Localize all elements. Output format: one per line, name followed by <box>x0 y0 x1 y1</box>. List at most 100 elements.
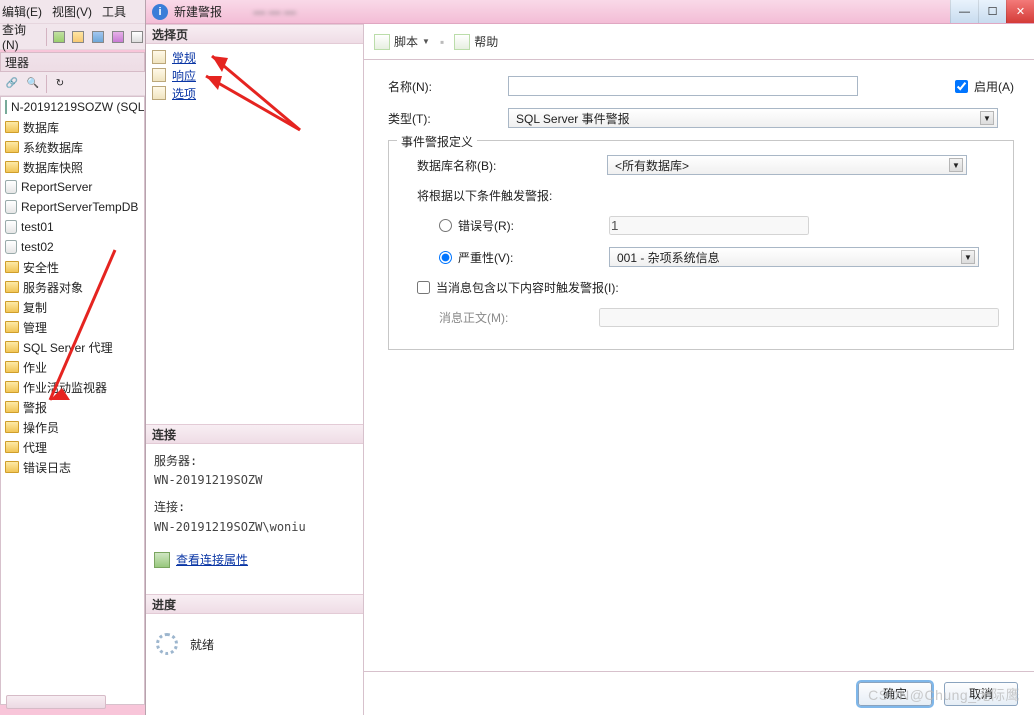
connection-header: 连接 <box>146 424 363 444</box>
folder-icon <box>5 261 19 273</box>
taskbar-thumb <box>6 695 106 709</box>
trigger-label: 将根据以下条件触发警报: <box>417 187 552 204</box>
progress-wheel-icon <box>156 633 178 655</box>
folder-icon <box>5 121 19 133</box>
progress-state: 就绪 <box>190 636 214 653</box>
name-label: 名称(N): <box>388 78 508 95</box>
enable-checkbox-input[interactable] <box>955 80 968 93</box>
object-explorer-toolbar: 🔗 🔍 ↻ <box>0 72 145 96</box>
help-button[interactable]: 帮助 <box>454 33 498 50</box>
type-label: 类型(T): <box>388 110 508 127</box>
folder-icon <box>5 341 19 353</box>
script-icon <box>374 34 390 50</box>
tree-item[interactable]: 作业 <box>23 359 47 376</box>
toolbar-query-btn[interactable]: 查询(N) <box>2 21 42 52</box>
folder-icon <box>5 461 19 473</box>
page-icon <box>152 50 166 64</box>
connection-props-icon <box>154 552 170 568</box>
select-page-header: 选择页 <box>146 24 363 44</box>
tb-icon-e[interactable] <box>129 29 145 45</box>
name-input[interactable] <box>508 76 858 96</box>
folder-icon <box>5 141 19 153</box>
db-name-select[interactable]: <所有数据库> ▼ <box>607 155 967 175</box>
menu-tool[interactable]: 工具 <box>102 3 126 20</box>
page-icon <box>152 86 166 100</box>
error-no-input <box>609 216 809 235</box>
error-no-radio[interactable]: 错误号(R): <box>439 217 609 234</box>
minimize-button[interactable]: — <box>950 0 978 23</box>
tb-icon-a[interactable] <box>51 29 67 45</box>
message-text-label: 消息正文(M): <box>439 309 599 326</box>
tree-item[interactable]: test02 <box>21 240 54 254</box>
page-general[interactable]: 常规 <box>152 48 357 66</box>
progress-header: 进度 <box>146 594 363 614</box>
form-area: 名称(N): 启用(A) 类型(T): SQL Server 事件警报 ▼ <box>364 60 1034 671</box>
tree-item[interactable]: 作业活动监视器 <box>23 379 107 396</box>
connection-info: 服务器: WN-20191219SOZW 连接: WN-20191219SOZW… <box>146 444 363 594</box>
tree-item[interactable]: 服务器对象 <box>23 279 83 296</box>
object-explorer-header: 理器 <box>0 52 145 72</box>
tree-item[interactable]: 数据库快照 <box>23 159 83 176</box>
database-icon <box>5 220 17 234</box>
page-options[interactable]: 选项 <box>152 84 357 102</box>
message-contains-checkbox[interactable]: 当消息包含以下内容时触发警报(I): <box>417 279 619 296</box>
server-value: WN-20191219SOZW <box>154 471 355 490</box>
tree-item[interactable]: 数据库 <box>23 119 59 136</box>
tree-item[interactable]: 错误日志 <box>23 459 71 476</box>
connection-value: WN-20191219SOZW\woniu <box>154 518 355 537</box>
tree-item[interactable]: ReportServerTempDB <box>21 200 138 214</box>
tree-item[interactable]: 操作员 <box>23 419 59 436</box>
ok-button[interactable]: 确定 <box>858 682 932 706</box>
folder-icon <box>5 361 19 373</box>
tree-item[interactable]: ReportServer <box>21 180 92 194</box>
tree-item[interactable]: 安全性 <box>23 259 59 276</box>
dialog-titlebar[interactable]: i 新建警报 — — — — ☐ ✕ <box>146 0 1034 24</box>
severity-radio[interactable]: 严重性(V): <box>439 249 609 266</box>
type-select[interactable]: SQL Server 事件警报 ▼ <box>508 108 998 128</box>
parent-toolbar: 查询(N) <box>0 24 145 50</box>
dialog-title: 新建警报 — — — <box>174 3 950 20</box>
object-explorer-tree[interactable]: N-20191219SOZW (SQL S 数据库 系统数据库 数据库快照 Re… <box>0 96 145 705</box>
tree-item[interactable]: 代理 <box>23 439 47 456</box>
database-icon <box>5 200 17 214</box>
tree-item[interactable]: 管理 <box>23 319 47 336</box>
server-icon <box>5 100 7 114</box>
help-icon <box>454 34 470 50</box>
tree-item[interactable]: 系统数据库 <box>23 139 83 156</box>
info-icon: i <box>152 4 168 20</box>
enable-checkbox[interactable]: 启用(A) <box>955 78 1014 95</box>
tree-item[interactable]: SQL Server 代理 <box>23 339 113 356</box>
severity-select[interactable]: 001 - 杂项系统信息 ▼ <box>609 247 979 267</box>
view-connection-props-link[interactable]: 查看连接属性 <box>154 551 248 570</box>
tree-item[interactable]: 警报 <box>23 399 47 416</box>
event-alert-fieldset: 事件警报定义 数据库名称(B): <所有数据库> ▼ 将根据以下条件触发警报: <box>388 140 1014 350</box>
tree-item[interactable]: test01 <box>21 220 54 234</box>
tb-icon-c[interactable] <box>90 29 106 45</box>
folder-icon <box>5 301 19 313</box>
tb-icon-b[interactable] <box>70 29 86 45</box>
page-icon <box>152 68 166 82</box>
oe-connect-icon[interactable]: 🔗 <box>4 76 20 92</box>
menu-edit[interactable]: 编辑(E) <box>2 3 42 20</box>
close-button[interactable]: ✕ <box>1006 0 1034 23</box>
server-label: 服务器: <box>154 452 355 471</box>
dropdown-arrow-icon: ▼ <box>949 158 963 172</box>
dialog-toolbar: 脚本 ▼ ▪ 帮助 <box>364 24 1034 60</box>
oe-refresh-icon[interactable]: ↻ <box>52 76 68 92</box>
tb-icon-d[interactable] <box>110 29 126 45</box>
tree-item[interactable]: 复制 <box>23 299 47 316</box>
folder-icon <box>5 161 19 173</box>
folder-icon <box>5 401 19 413</box>
folder-icon <box>5 321 19 333</box>
message-text-input <box>599 308 999 327</box>
menu-view[interactable]: 视图(V) <box>52 3 92 20</box>
oe-filter-icon[interactable]: 🔍 <box>25 76 41 92</box>
page-response[interactable]: 响应 <box>152 66 357 84</box>
maximize-button[interactable]: ☐ <box>978 0 1006 23</box>
cancel-button[interactable]: 取消 <box>944 682 1018 706</box>
folder-icon <box>5 441 19 453</box>
connection-label: 连接: <box>154 498 355 517</box>
dropdown-arrow-icon: ▼ <box>961 250 975 264</box>
page-list: 常规 响应 选项 <box>146 44 363 424</box>
script-button[interactable]: 脚本 ▼ <box>374 33 430 50</box>
